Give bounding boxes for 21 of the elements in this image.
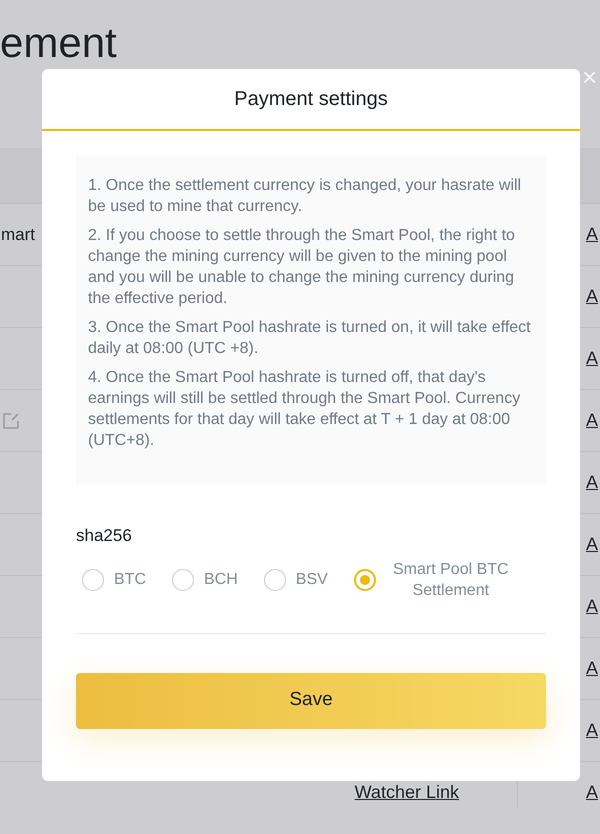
notice-text: 3. Once the Smart Pool hashrate is turned on, it will take effect daily at 08:00 (UTC +8). xyxy=(88,318,532,359)
row-label: mart xyxy=(1,224,35,246)
action-link[interactable]: A xyxy=(586,655,598,682)
action-link[interactable]: A xyxy=(586,407,598,434)
edit-icon[interactable] xyxy=(2,412,20,430)
notice-text: 2. If you choose to settle through the Smart Pool, the right to change the mining currency will be given to the mining pool and you will be unable to change the mining currency during the effective period. xyxy=(88,226,516,309)
action-link[interactable]: A xyxy=(586,779,598,806)
action-link[interactable]: A xyxy=(586,717,598,744)
notice-text: 1. Once the settlement currency is changed, your hasrate will be used to mine that currency. xyxy=(88,176,522,217)
page-heading: ement xyxy=(0,22,117,64)
notice-text: 4. Once the Smart Pool hashrate is turned off, that day's earnings will still be settled through the Smart Pool. Currency settlements for that day will take effect at T + 1 day at 08:00 (UTC+8). xyxy=(88,368,522,451)
action-link[interactable]: A xyxy=(586,531,598,558)
algorithm-label: sha256 xyxy=(76,525,133,547)
action-link[interactable]: A xyxy=(586,283,598,310)
action-link[interactable]: A xyxy=(586,345,598,372)
save-button[interactable]: Save xyxy=(76,672,546,728)
dialog-title: Payment settings xyxy=(234,87,388,112)
action-link[interactable]: A xyxy=(586,221,598,248)
watcher-link[interactable]: Watcher Link xyxy=(354,779,459,806)
action-link[interactable]: A xyxy=(586,593,598,620)
action-link[interactable]: A xyxy=(586,469,598,496)
